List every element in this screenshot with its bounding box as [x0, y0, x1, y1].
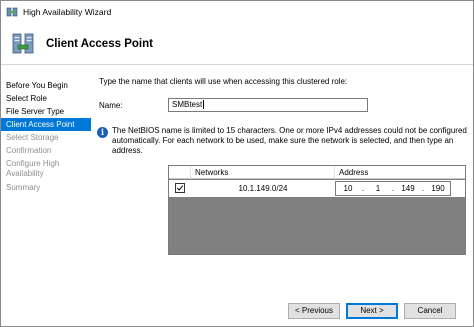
instruction-text: Type the name that clients will use when…: [99, 77, 348, 86]
ip-octet-4[interactable]: 190: [428, 182, 448, 195]
info-message: The NetBIOS name is limited to 15 charac…: [112, 126, 467, 155]
step-configure-high-availability: Configure High Availability: [6, 159, 60, 178]
page-title: Client Access Point: [46, 37, 153, 50]
window-title: High Availability Wizard: [23, 7, 112, 17]
table-row: 10.1.149.0/24 10 . 1 . 149 . 190: [169, 180, 465, 197]
ip-octet-3[interactable]: 149: [398, 182, 418, 195]
cluster-server-icon: [12, 33, 34, 53]
cluster-wizard-icon: [6, 7, 18, 17]
ip-dot: .: [421, 184, 425, 193]
name-input-value: SMBtest: [172, 100, 203, 109]
networks-grid: Networks Address 10.1.149.0/24 10 . 1 . …: [168, 165, 466, 255]
cancel-button[interactable]: Cancel: [404, 303, 456, 319]
column-header-networks[interactable]: Networks: [191, 166, 335, 179]
main-content: Type the name that clients will use when…: [91, 69, 473, 293]
info-icon: i: [97, 127, 108, 138]
column-header-select: [169, 166, 191, 179]
wizard-window: High Availability Wizard Client Access P…: [0, 0, 474, 327]
network-checkbox[interactable]: [175, 183, 185, 193]
column-header-address[interactable]: Address: [335, 166, 465, 179]
checkmark-icon: [176, 185, 184, 191]
step-client-access-point[interactable]: Client Access Point: [1, 118, 91, 131]
next-button[interactable]: Next >: [346, 303, 398, 319]
text-cursor: [203, 100, 205, 110]
name-input[interactable]: SMBtest: [168, 98, 368, 112]
step-select-storage: Select Storage: [6, 133, 59, 142]
ip-octet-2[interactable]: 1: [368, 182, 388, 195]
step-file-server-type[interactable]: File Server Type: [1, 105, 91, 118]
ip-dot: .: [361, 184, 365, 193]
ip-octet-1[interactable]: 10: [338, 182, 358, 195]
step-summary: Summary: [6, 183, 41, 192]
wizard-header: Client Access Point: [1, 23, 473, 65]
ip-dot: .: [391, 184, 395, 193]
title-bar: High Availability Wizard: [1, 1, 473, 23]
step-confirmation: Confirmation: [6, 146, 52, 155]
previous-button[interactable]: < Previous: [288, 303, 340, 319]
grid-header: Networks Address: [169, 166, 465, 179]
network-cell: 10.1.149.0/24: [238, 184, 288, 193]
wizard-steps-sidebar: Before You Begin Select Role File Server…: [1, 69, 91, 293]
ip-address-field[interactable]: 10 . 1 . 149 . 190: [335, 181, 451, 196]
name-label: Name:: [99, 101, 123, 110]
step-before-you-begin[interactable]: Before You Begin: [1, 79, 91, 92]
step-select-role[interactable]: Select Role: [1, 92, 91, 105]
wizard-footer: < Previous Next > Cancel: [1, 293, 473, 326]
